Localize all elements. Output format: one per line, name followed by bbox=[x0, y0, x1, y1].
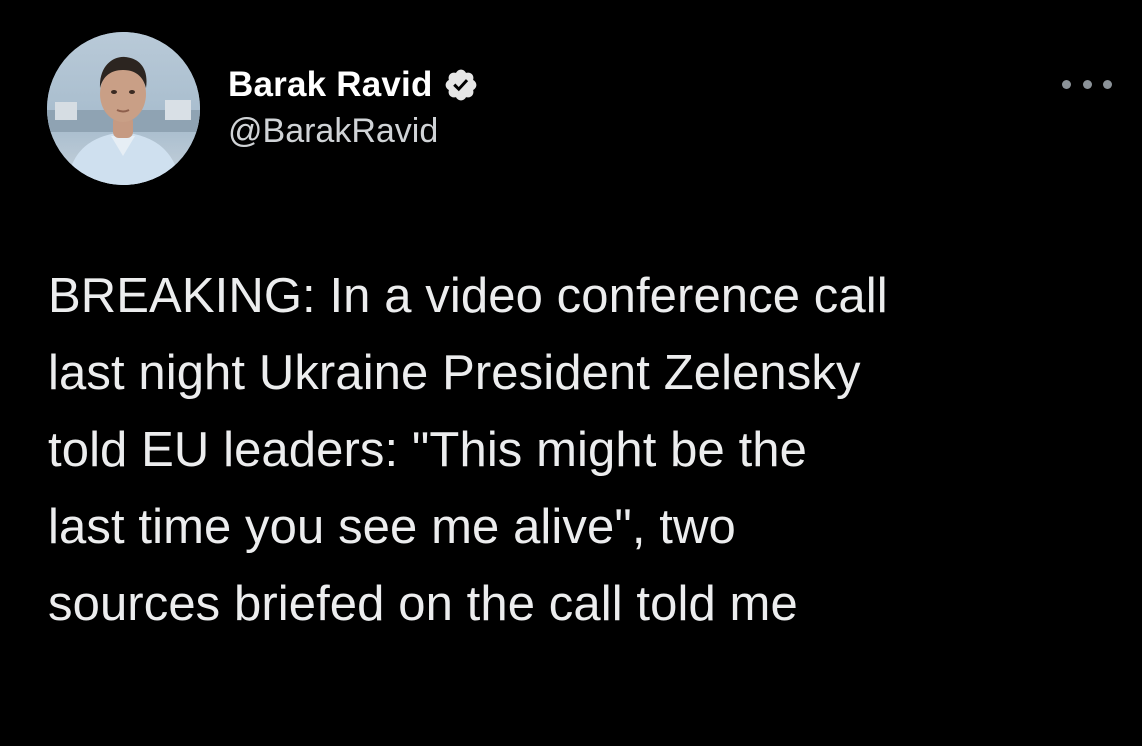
tweet-card: Barak Ravid @BarakRavid BREAKING: In a v… bbox=[0, 0, 1142, 746]
tweet-text-line: sources briefed on the call told me bbox=[48, 577, 798, 631]
profile-photo-icon bbox=[47, 32, 200, 185]
tweet-text: BREAKING: In a video conference call las… bbox=[48, 258, 1128, 643]
more-options-icon-dot bbox=[1082, 79, 1092, 89]
author-handle[interactable]: @BarakRavid bbox=[228, 112, 479, 151]
tweet-text-line: last night Ukraine President Zelensky bbox=[48, 346, 861, 400]
name-row: Barak Ravid bbox=[228, 60, 479, 110]
tweet-text-line: last time you see me alive", two bbox=[48, 500, 736, 554]
more-options-icon bbox=[1062, 79, 1071, 89]
more-options-icon-dot bbox=[1103, 79, 1112, 89]
author-info: Barak Ravid @BarakRavid bbox=[228, 60, 479, 151]
verified-badge-icon bbox=[443, 67, 479, 103]
more-options-button[interactable] bbox=[1062, 72, 1112, 96]
author-avatar[interactable] bbox=[47, 32, 200, 185]
author-display-name[interactable]: Barak Ravid bbox=[228, 65, 433, 105]
tweet-text-line: told EU leaders: "This might be the bbox=[48, 423, 807, 477]
tweet-text-line: BREAKING: In a video conference call bbox=[48, 269, 888, 323]
